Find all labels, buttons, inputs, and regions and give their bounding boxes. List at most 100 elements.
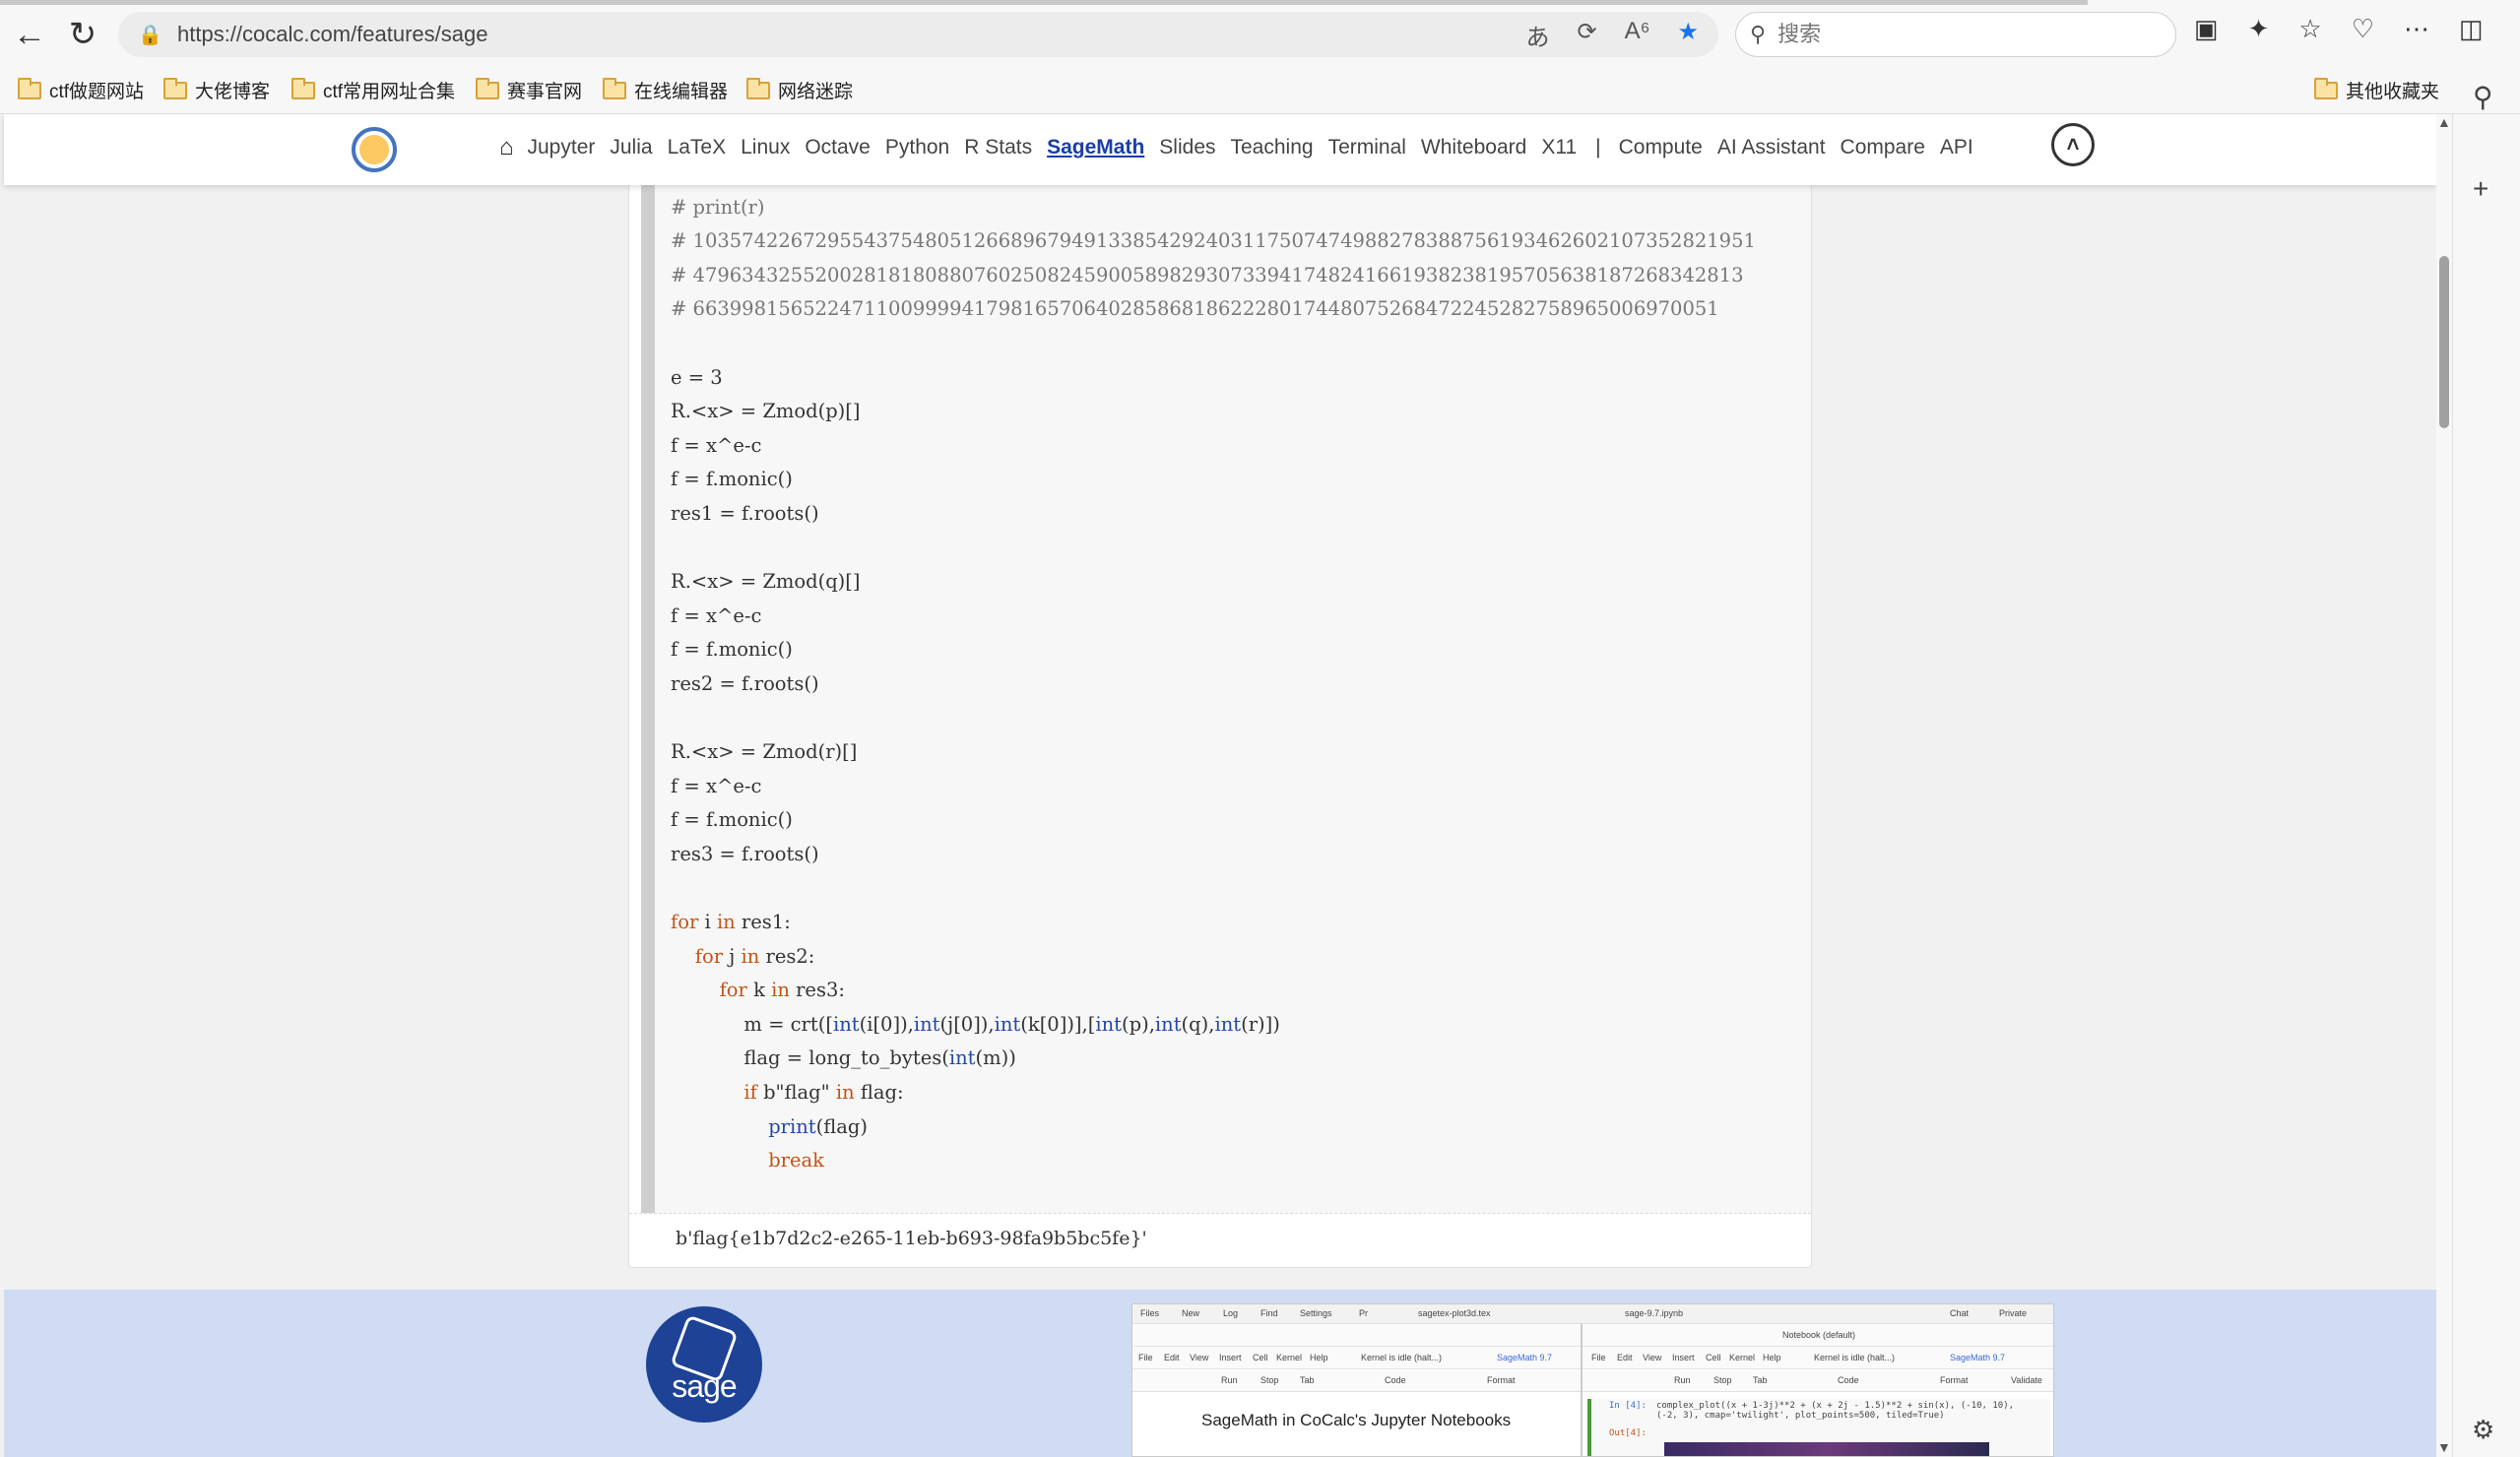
screenshot-caption: SageMath in CoCalc's Jupyter Notebooks [1201, 1411, 1512, 1429]
sidebar-toggle-icon[interactable]: ◫ [2459, 14, 2484, 44]
url-text[interactable]: https://cocalc.com/features/sage [177, 22, 488, 47]
address-bar-actions: あ ⟳ A⁶ ★ [1525, 18, 1699, 52]
translate-icon[interactable]: あ [1525, 18, 1549, 52]
scroll-up-icon[interactable]: ˄ [2051, 123, 2095, 166]
nav-latex[interactable]: LaTeX [668, 136, 727, 159]
code-line: flag = long_to_bytes(int(m)) [743, 1046, 1016, 1070]
code-line: res2 = f.roots() [671, 671, 819, 695]
code-line: f = f.monic() [671, 468, 793, 491]
scroll-down-arrow-icon[interactable]: ▼ [2437, 1439, 2451, 1455]
markdown-icon[interactable]: ▣ [2194, 14, 2219, 44]
nav-api[interactable]: API [1940, 136, 1973, 159]
nav-compute[interactable]: Compute [1619, 136, 1703, 159]
folder-icon [603, 77, 626, 99]
address-bar[interactable]: 🔒 https://cocalc.com/features/sage あ ⟳ A… [118, 12, 1718, 57]
nav-x11[interactable]: X11 [1541, 136, 1577, 159]
nav-teaching[interactable]: Teaching [1231, 136, 1314, 159]
plot-thumbnail [1664, 1442, 1989, 1456]
favorites-icon[interactable]: ☆ [2298, 14, 2321, 44]
refresh-tab-icon[interactable]: ⟳ [1577, 18, 1596, 52]
code-line: f = x^e-c [671, 603, 762, 627]
nav-jupyter[interactable]: Jupyter [528, 136, 596, 159]
search-input[interactable] [1777, 22, 2153, 47]
folder-icon [163, 77, 187, 99]
reload-icon[interactable]: ↻ [53, 5, 112, 64]
code-line: # print(r) [671, 195, 765, 219]
back-arrow-icon[interactable]: ← [0, 5, 59, 64]
nav-whiteboard[interactable]: Whiteboard [1421, 136, 1526, 159]
search-icon: ⚲ [1750, 22, 1767, 46]
code-cell[interactable]: # print(q)# print(r)# 103574226729554375… [641, 155, 1811, 1213]
code-line: for k in res3: [719, 979, 845, 1002]
nav-separator: | [1595, 136, 1601, 158]
page-content: ⌂ Jupyter Julia LaTeX Linux Octave Pytho… [0, 114, 2436, 1457]
edge-sidebar: ⚲ + [2452, 82, 2520, 1457]
home-icon[interactable]: ⌂ [499, 134, 514, 161]
folder-icon [18, 77, 41, 99]
code-line: break [768, 1149, 824, 1172]
site-nav: ⌂ Jupyter Julia LaTeX Linux Octave Pytho… [4, 114, 2436, 185]
code-line: # 10357422672955437548051266896794913385… [671, 229, 1756, 253]
nav-slides[interactable]: Slides [1159, 136, 1215, 159]
code-line: f = f.monic() [671, 638, 793, 662]
code-example-card: # print(q)# print(r)# 103574226729554375… [628, 154, 1812, 1268]
bookmark-folder[interactable]: 大佬博客 [163, 77, 270, 103]
cocalc-logo[interactable] [352, 127, 397, 172]
lock-icon[interactable]: 🔒 [138, 23, 162, 46]
code-line: e = 3 [671, 365, 723, 389]
settings-icon[interactable]: ⚙ [2472, 1415, 2494, 1445]
nav-julia[interactable]: Julia [610, 136, 652, 159]
code-line: f = x^e-c [671, 774, 762, 797]
page-scrollbar[interactable]: ▲ ▼ [2436, 114, 2452, 1457]
code-line: # 66399815652247110099994179816570640285… [671, 297, 1719, 321]
browser-essentials-icon[interactable]: ♡ [2352, 14, 2374, 44]
nav-sagemath[interactable]: SageMath [1047, 136, 1144, 159]
scroll-up-arrow-icon[interactable]: ▲ [2437, 114, 2451, 130]
nav-terminal[interactable]: Terminal [1328, 136, 1406, 159]
star-favorite-icon[interactable]: ★ [1677, 18, 1699, 52]
bookmark-folder[interactable]: ctf做题网站 [18, 77, 144, 103]
code-line: res1 = f.roots() [671, 501, 819, 525]
code-line: print(flag) [768, 1114, 868, 1138]
extensions-icon[interactable]: ✦ [2248, 14, 2270, 44]
scrollbar-thumb[interactable] [2439, 256, 2449, 428]
code-line: f = f.monic() [671, 808, 793, 832]
search-box[interactable]: ⚲ [1735, 12, 2176, 57]
code-line: res3 = f.roots() [671, 842, 819, 865]
browser-actions: ▣ ✦ ☆ ♡ ⋯ ◫ [2194, 14, 2484, 44]
folder-icon [291, 77, 315, 99]
code-line: if b"flag" in flag: [743, 1081, 904, 1105]
bookmark-folder[interactable]: ctf常用网址合集 [291, 77, 455, 103]
sage-logo: sage [646, 1306, 762, 1423]
nav-compare[interactable]: Compare [1841, 136, 1925, 159]
search-sidebar-icon[interactable]: ⚲ [2473, 81, 2493, 113]
code-line: for j in res2: [694, 944, 815, 968]
bookmark-folder[interactable]: 赛事官网 [476, 77, 582, 103]
add-icon[interactable]: + [2473, 173, 2488, 205]
other-bookmarks[interactable]: 其他收藏夹 [2314, 77, 2439, 103]
more-icon[interactable]: ⋯ [2404, 14, 2429, 44]
folder-icon [746, 77, 770, 99]
nav-octave[interactable]: Octave [805, 136, 871, 159]
nav-python[interactable]: Python [885, 136, 949, 159]
read-aloud-icon[interactable]: A⁶ [1625, 18, 1650, 52]
output-text: b'flag{e1b7d2c2-e265-11eb-b693-98fa9b5bc… [676, 1228, 1147, 1249]
sagemath-banner: sage Files New Log Find Settings Pr sage… [4, 1290, 2436, 1457]
jupyter-screenshot[interactable]: Files New Log Find Settings Pr sagetex-p… [1131, 1303, 2054, 1457]
code-block: # print(q)# print(r)# 103574226729554375… [671, 157, 1756, 1178]
code-line: f = x^e-c [671, 433, 762, 457]
cell-output: b'flag{e1b7d2c2-e265-11eb-b693-98fa9b5bc… [629, 1213, 1811, 1267]
browser-toolbar: ← ↻ 🔒 https://cocalc.com/features/sage あ… [0, 0, 2520, 69]
nav-ai-assistant[interactable]: AI Assistant [1717, 136, 1826, 159]
bookmarks-bar: ctf做题网站 大佬博客 ctf常用网址合集 赛事官网 在线编辑器 网络迷踪 其… [0, 69, 2520, 114]
nav-linux[interactable]: Linux [741, 136, 790, 159]
bookmark-folder[interactable]: 在线编辑器 [603, 77, 728, 103]
bookmark-folder[interactable]: 网络迷踪 [746, 77, 853, 103]
code-line: R.<x> = Zmod(q)[] [671, 570, 861, 594]
nav-r-stats[interactable]: R Stats [964, 136, 1032, 159]
feature-links: ⌂ Jupyter Julia LaTeX Linux Octave Pytho… [499, 134, 1988, 161]
folder-icon [476, 77, 499, 99]
